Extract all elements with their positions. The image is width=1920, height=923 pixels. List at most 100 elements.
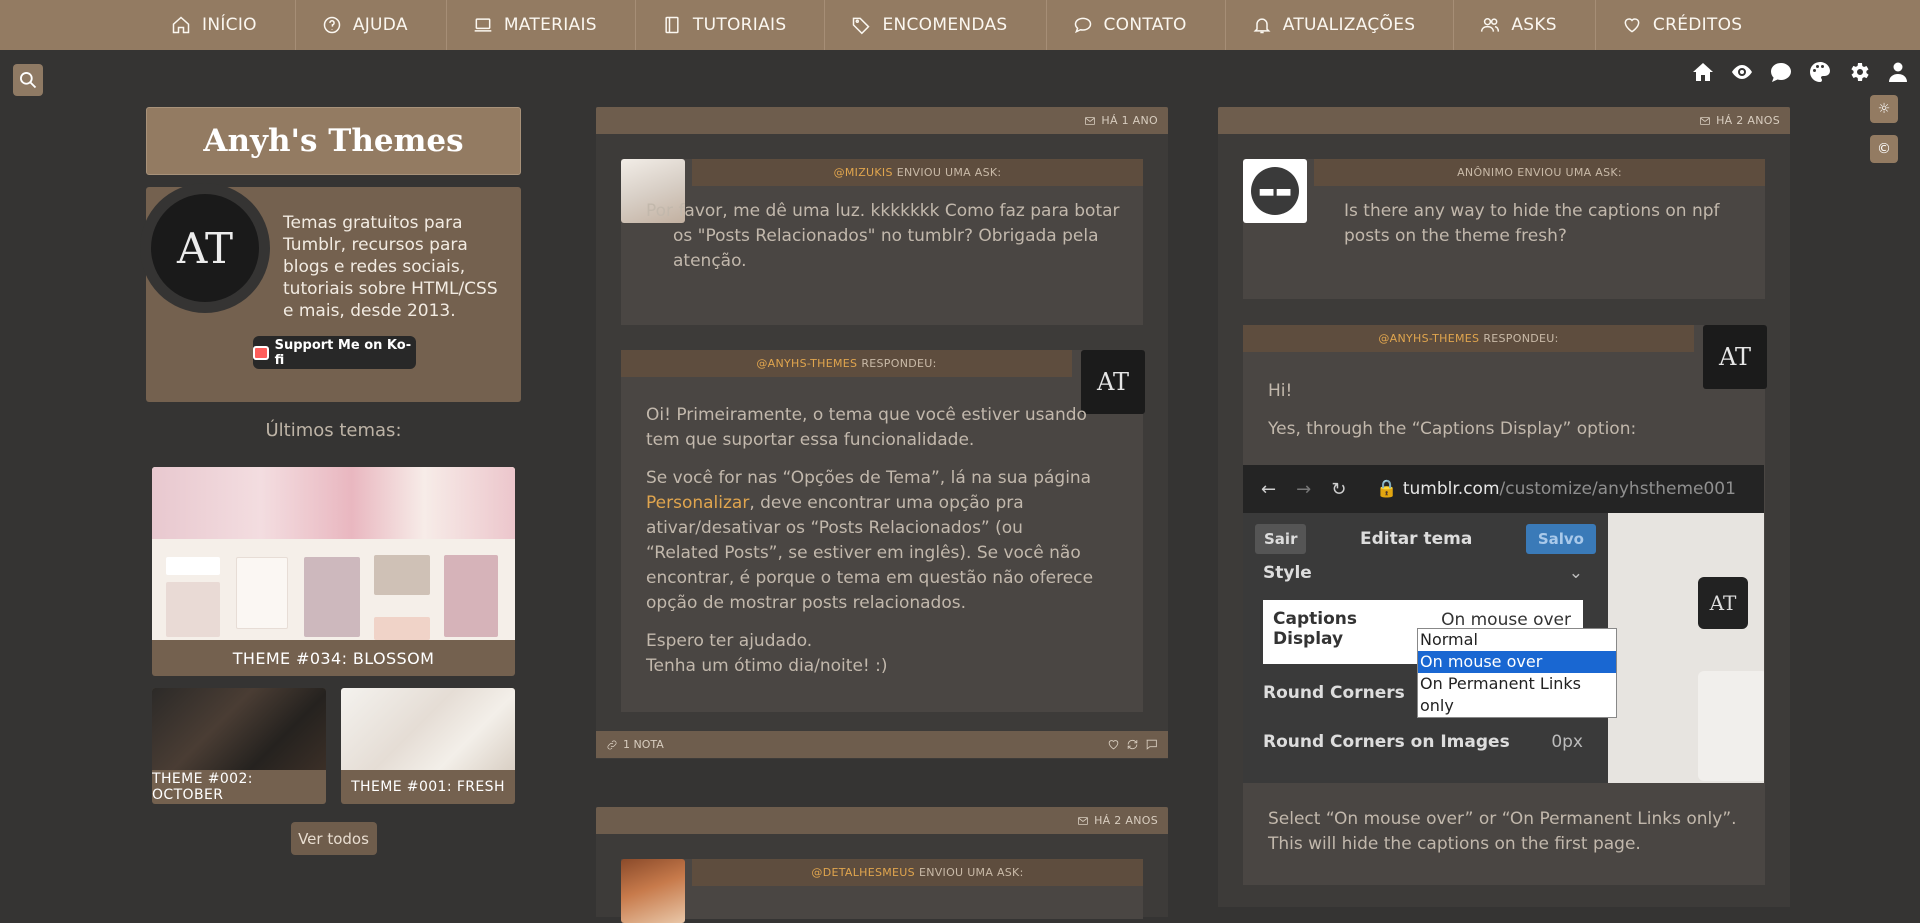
- eye-icon[interactable]: [1730, 60, 1754, 84]
- heart-icon: [1624, 18, 1640, 33]
- blog-description: Temas gratuitos para Tumblr, recursos pa…: [283, 213, 498, 321]
- url-text: 🔒 tumblr.com/customize/anyhstheme001: [1376, 479, 1736, 499]
- post-header: HÁ 2 ANOS: [1218, 107, 1790, 134]
- home-icon[interactable]: [1691, 60, 1715, 84]
- exit-button: Sair: [1255, 524, 1307, 554]
- sunglasses-icon: ▬▬: [1251, 167, 1299, 215]
- sidebar: Anyh's Themes AT Temas gratuitos para Tu…: [140, 107, 521, 855]
- home-icon: [172, 16, 190, 34]
- notes-count[interactable]: 1 NOTA: [606, 738, 664, 751]
- see-all-button[interactable]: Ver todos: [290, 822, 377, 855]
- theme-title: THEME #001: FRESH: [351, 779, 505, 795]
- nav-tutoriais[interactable]: TUTORIAIS: [636, 0, 826, 50]
- laptop-icon: [474, 18, 492, 32]
- chevron-down-icon: ⌄: [1568, 563, 1583, 583]
- post-ask-mizukis: HÁ 1 ANO @MIZUKIS ENVIOU UMA ASK: Por fav…: [596, 107, 1168, 759]
- reload-icon: ↻: [1331, 478, 1347, 500]
- chat-icon: [1074, 17, 1091, 34]
- avatar: AT: [140, 183, 270, 313]
- nav-inicio[interactable]: INÍCIO: [145, 0, 296, 50]
- theme-preview: AT: [1608, 513, 1764, 783]
- ask-header: ANÔNIMO ENVIOU UMA ASK:: [1314, 159, 1765, 186]
- answer-screenshot: ← → ↻ 🔒 tumblr.com/customize/anyhstheme0…: [1243, 465, 1764, 783]
- theme-thumbnail: [152, 467, 515, 640]
- avatar-logo: AT: [151, 194, 259, 302]
- post-time[interactable]: HÁ 2 ANOS: [1716, 114, 1780, 127]
- answerer-username[interactable]: @ANYHS-THEMES: [1378, 332, 1479, 345]
- nav-encomendas[interactable]: ENCOMENDAS: [825, 0, 1047, 50]
- post-footer: 1 NOTA: [596, 731, 1168, 758]
- saved-button: Salvo: [1525, 524, 1596, 554]
- theme-thumbnail: [341, 688, 515, 770]
- question-text: Por favor, me dê uma luz. kkkkkkk Como f…: [646, 201, 1120, 271]
- theme-thumbnail: [152, 688, 326, 770]
- post-time[interactable]: HÁ 1 ANO: [1101, 114, 1158, 127]
- top-navigation: INÍCIO AJUDA MATERIAIS TUTORIAIS ENCOMEN…: [0, 0, 1920, 50]
- gear-icon[interactable]: [1847, 60, 1871, 84]
- theme-card-october[interactable]: THEME #002: OCTOBER: [152, 688, 326, 804]
- nav-materiais[interactable]: MATERIAIS: [447, 0, 636, 50]
- reblog-icon[interactable]: [1126, 738, 1139, 751]
- post-header: HÁ 2 ANOS: [596, 807, 1168, 834]
- asker-username[interactable]: @DETALHESMEUS: [811, 866, 915, 879]
- comment-icon[interactable]: [1145, 738, 1158, 751]
- side-buttons: ☼ ©: [1870, 95, 1898, 163]
- asker-username[interactable]: @MIZUKIS: [834, 166, 893, 179]
- blog-title[interactable]: Anyh's Themes: [146, 107, 521, 175]
- book-icon: [665, 16, 679, 34]
- captions-dropdown: Normal On mouse over On Permanent Links …: [1417, 628, 1617, 718]
- answer-header: @ANYHS-THEMES RESPONDEU:: [1243, 325, 1694, 352]
- forward-arrow-icon: →: [1296, 478, 1312, 500]
- user-icon[interactable]: [1886, 60, 1910, 84]
- theme-title: THEME #002: OCTOBER: [152, 771, 253, 803]
- edit-theme-title: Editar tema: [1359, 529, 1473, 549]
- nav-atualizacoes[interactable]: ATUALIZAÇÕES: [1226, 0, 1455, 50]
- top-right-toolbar: [1691, 60, 1910, 84]
- about-box: AT Temas gratuitos para Tumblr, recursos…: [140, 183, 521, 402]
- personalizar-link[interactable]: Personalizar: [646, 493, 749, 513]
- dropdown-option: On Permanent Links only: [1420, 674, 1582, 715]
- back-arrow-icon: ←: [1261, 478, 1277, 500]
- envelope-icon: [1085, 116, 1096, 125]
- question-text: Is there any way to hide the captions on…: [1344, 201, 1720, 246]
- asker-username[interactable]: ANÔNIMO: [1457, 166, 1513, 179]
- sun-icon[interactable]: ☼: [1870, 95, 1898, 123]
- copyright-icon[interactable]: ©: [1870, 135, 1898, 163]
- ask-header: @DETALHESMEUS ENVIOU UMA ASK:: [692, 859, 1143, 886]
- answer-header: @ANYHS-THEMES RESPONDEU:: [621, 350, 1072, 377]
- like-icon[interactable]: [1107, 738, 1120, 751]
- users-icon: [1481, 18, 1500, 32]
- search-icon: [20, 72, 37, 89]
- link-icon: [607, 740, 617, 749]
- post-ask-detalhesmeus: HÁ 2 ANOS @DETALHESMEUS ENVIOU UMA ASK:: [596, 807, 1168, 923]
- anonymous-avatar[interactable]: ▬▬: [1243, 159, 1307, 223]
- answer-text: Oi! Primeiramente, o tema que você estiv…: [646, 405, 1094, 676]
- post-ask-anonimo: HÁ 2 ANOS ▬▬ ANÔNIMO ENVIOU UMA ASK: Is t…: [1218, 107, 1790, 907]
- nav-creditos[interactable]: CRÉDITOS: [1596, 0, 1780, 50]
- answer-conclusion: Select “On mouse over” or “On Permanent …: [1268, 809, 1737, 854]
- answer-intro: Hi! Yes, through the “Captions Display” …: [1268, 381, 1637, 439]
- nav-contato[interactable]: CONTATO: [1047, 0, 1226, 50]
- kofi-cup-icon: [253, 345, 269, 360]
- theme-card-blossom[interactable]: THEME #034: BLOSSOM: [152, 467, 515, 676]
- answerer-username[interactable]: @ANYHS-THEMES: [756, 357, 857, 370]
- dropdown-option-selected: On mouse over: [1418, 651, 1616, 673]
- kofi-button[interactable]: Support Me on Ko-fi: [253, 336, 416, 369]
- nav-asks[interactable]: ASKS: [1454, 0, 1596, 50]
- theme-title: THEME #034: BLOSSOM: [232, 648, 435, 668]
- post-header: HÁ 1 ANO: [596, 107, 1168, 134]
- preview-avatar: AT: [1698, 577, 1748, 629]
- preview-card: [1698, 671, 1764, 781]
- latest-themes-heading: Últimos temas:: [265, 420, 402, 441]
- envelope-icon: [1078, 816, 1089, 825]
- palette-icon[interactable]: [1808, 60, 1832, 84]
- theme-card-fresh[interactable]: THEME #001: FRESH: [341, 688, 515, 804]
- message-icon[interactable]: [1769, 60, 1793, 84]
- nav-ajuda[interactable]: AJUDA: [296, 0, 447, 50]
- post-time[interactable]: HÁ 2 ANOS: [1094, 814, 1158, 827]
- search-button[interactable]: [13, 64, 43, 96]
- tag-icon: [853, 17, 871, 35]
- ask-header: @MIZUKIS ENVIOU UMA ASK:: [692, 159, 1143, 186]
- asker-avatar[interactable]: [621, 859, 685, 923]
- bell-icon: [1253, 18, 1271, 34]
